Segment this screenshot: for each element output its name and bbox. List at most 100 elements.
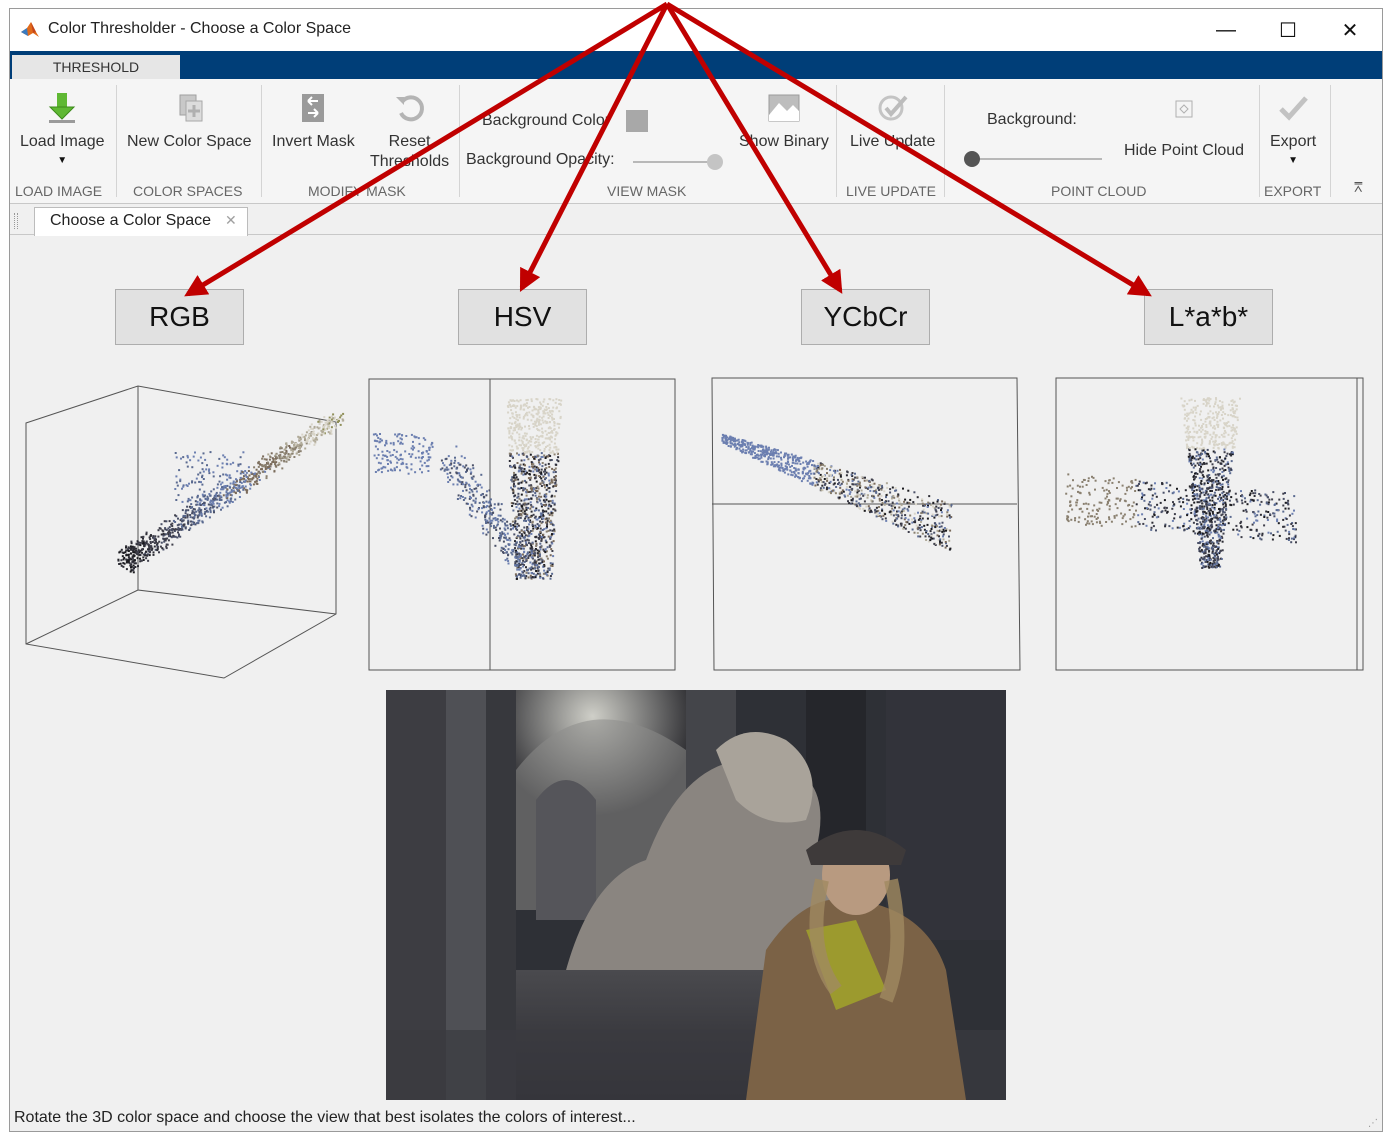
cloud-point [545, 433, 548, 436]
cloud-point [185, 509, 188, 512]
cloud-point [542, 400, 545, 403]
collapse-ribbon-icon[interactable]: ⩞ [1354, 179, 1363, 196]
cloud-point [732, 440, 735, 443]
cloud-point [749, 443, 752, 446]
hide-point-cloud-button[interactable]: Hide Point Cloud [1124, 142, 1244, 160]
cloud-point [455, 445, 458, 448]
cloud-point [1199, 413, 1201, 416]
cloud-point [1194, 424, 1197, 427]
cloud-point [749, 449, 752, 452]
resize-grip-icon[interactable]: ⋰ [1368, 1118, 1378, 1129]
cloud-point [1210, 531, 1213, 534]
reset-thresholds-button[interactable]: Reset Thresholds [370, 91, 449, 171]
ycbcr-button[interactable]: YCbCr [801, 289, 930, 345]
cloud-point [1137, 514, 1140, 517]
cloud-point [1199, 410, 1202, 413]
cloud-point [518, 465, 521, 468]
cloud-point [194, 451, 196, 454]
cloud-point [528, 469, 531, 472]
cloud-point [1195, 510, 1198, 513]
cloud-point [148, 554, 151, 557]
cloud-point [543, 398, 546, 401]
cloud-point [498, 539, 501, 542]
ycbcr-point-cloud[interactable] [711, 377, 1021, 671]
cloud-point [447, 476, 449, 479]
cloud-point [181, 500, 184, 503]
cloud-point [132, 571, 135, 574]
invert-mask-label: Invert Mask [272, 133, 355, 150]
invert-mask-button[interactable]: Invert Mask [272, 91, 355, 151]
minimize-button[interactable]: — [1196, 9, 1256, 51]
background-opacity-knob[interactable] [707, 154, 723, 170]
close-tab-icon[interactable]: ✕ [225, 212, 237, 229]
cloud-point [497, 520, 500, 523]
cloud-point [1266, 516, 1269, 519]
show-binary-button[interactable]: Show Binary [739, 91, 829, 151]
cloud-point [1220, 558, 1223, 560]
tab-threshold[interactable]: THRESHOLD [12, 55, 180, 79]
cloud-point [125, 558, 128, 561]
cloud-point [511, 412, 514, 415]
cloud-point [373, 454, 376, 457]
cloud-point [527, 458, 530, 461]
load-image-button[interactable]: Load Image ▼ [20, 91, 105, 166]
cloud-point [1199, 426, 1202, 429]
cloud-point [529, 547, 532, 550]
cloud-point [323, 416, 326, 419]
drag-grip-icon[interactable] [14, 213, 18, 229]
cloud-point [190, 520, 192, 523]
cloud-point [283, 459, 286, 462]
point-cloud-background-knob[interactable] [964, 151, 980, 167]
cloud-point [162, 530, 165, 533]
cloud-point [772, 454, 775, 457]
cloud-point [555, 407, 558, 410]
cloud-point [1110, 520, 1113, 523]
cloud-point [527, 572, 530, 575]
cloud-point [551, 409, 554, 412]
new-color-space-button[interactable]: New Color Space [127, 91, 252, 151]
cloud-point [1138, 480, 1141, 483]
hsv-button[interactable]: HSV [458, 289, 587, 345]
close-button[interactable]: ✕ [1320, 9, 1380, 51]
export-button[interactable]: Export ▼ [1270, 91, 1316, 166]
cloud-point [417, 456, 420, 459]
cloud-point [941, 521, 944, 524]
cloud-point [1215, 434, 1218, 437]
cloud-point [421, 464, 424, 467]
cloud-point [1155, 495, 1158, 498]
cloud-point [1261, 534, 1264, 537]
cloud-point [317, 420, 320, 423]
rgb-point-cloud[interactable] [24, 376, 345, 679]
lab-point-cloud[interactable] [1055, 377, 1365, 671]
cloud-point [741, 439, 744, 441]
rgb-button[interactable]: RGB [115, 289, 244, 345]
cloud-point [162, 534, 165, 537]
cloud-point [891, 520, 894, 523]
background-color-swatch[interactable] [626, 110, 648, 132]
cloud-point [165, 528, 168, 531]
group-modify-mask: MODIFY MASK [308, 183, 406, 199]
live-update-button[interactable]: Live Update [850, 91, 935, 151]
cloud-point [1270, 532, 1272, 535]
cloud-point [532, 470, 535, 473]
cloud-point [1087, 512, 1090, 515]
maximize-button[interactable]: ☐ [1258, 9, 1318, 51]
cloud-point [533, 465, 536, 468]
point-cloud-background-slider[interactable] [970, 158, 1102, 160]
cloud-point [534, 526, 537, 528]
cloud-point [1200, 471, 1203, 474]
cloud-point [272, 460, 274, 463]
cloud-point [327, 420, 330, 423]
cloud-point [941, 500, 944, 503]
cloud-point [854, 495, 857, 498]
cloud-point [238, 496, 241, 498]
cloud-point [1224, 497, 1227, 500]
cloud-point [506, 527, 509, 530]
cloud-point [1206, 448, 1209, 451]
lab-button[interactable]: L*a*b* [1144, 289, 1273, 345]
hsv-point-cloud[interactable] [368, 378, 676, 671]
cloud-point [153, 539, 156, 542]
tab-choose-color-space[interactable]: Choose a Color Space ✕ [34, 207, 248, 236]
cloud-point [133, 546, 136, 549]
cloud-point [531, 552, 533, 555]
